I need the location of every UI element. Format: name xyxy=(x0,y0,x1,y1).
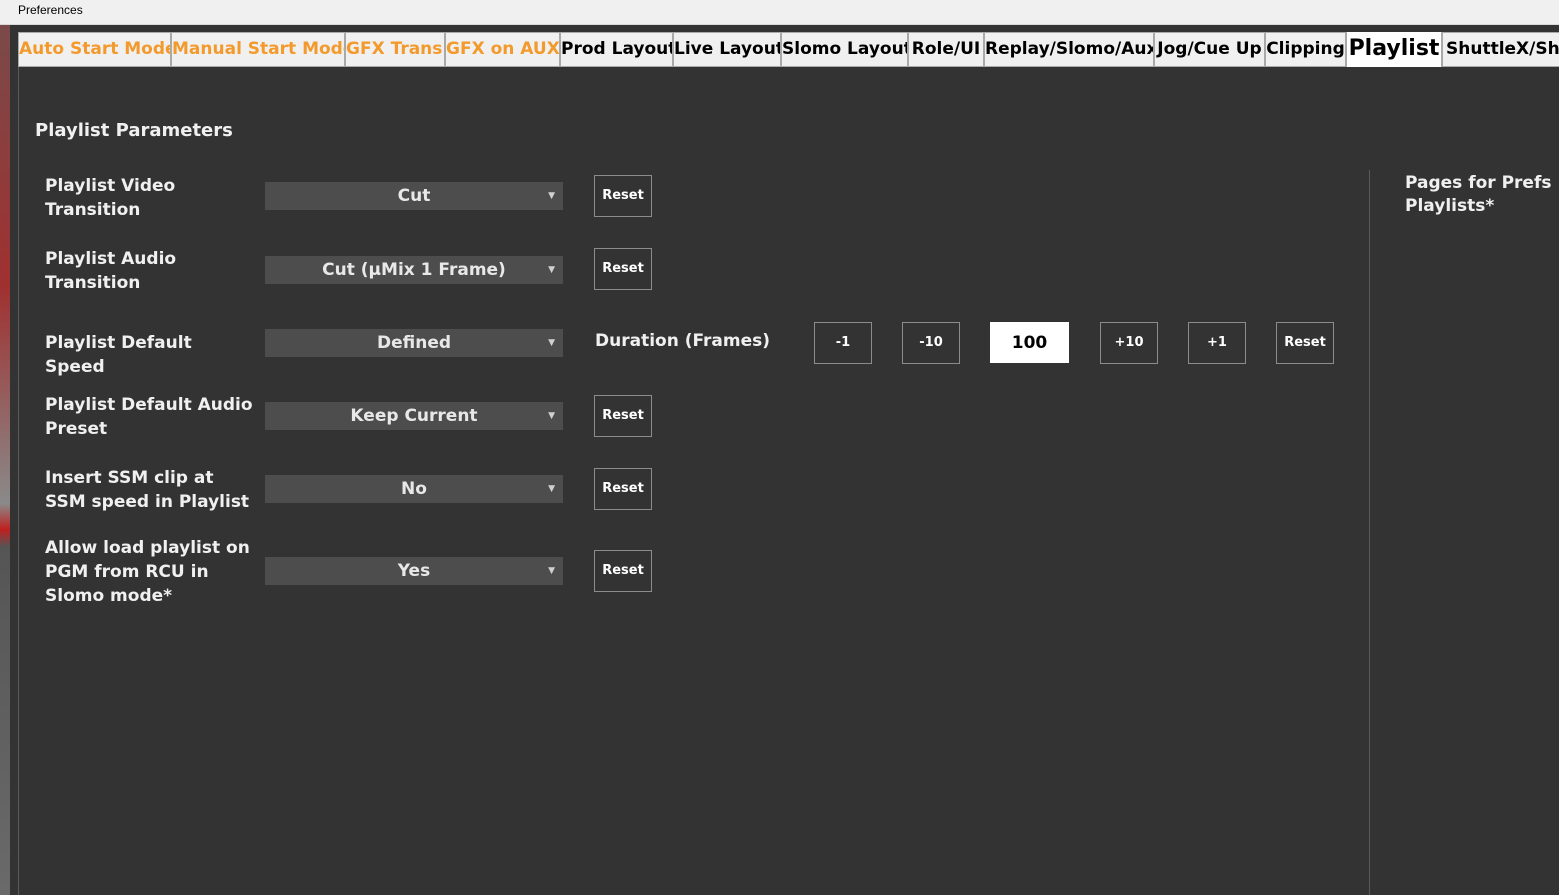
allow-load-playlist-label: Allow load playlist on PGM from RCU in S… xyxy=(45,538,250,606)
video-transition-label: Playlist Video Transition xyxy=(45,176,176,220)
title-bar: Preferences xyxy=(0,0,1559,25)
allow-load-playlist-combo[interactable]: Yes ▼ xyxy=(265,557,563,585)
default-speed-value: Defined xyxy=(376,333,452,353)
audio-preset-combo[interactable]: Keep Current ▼ xyxy=(265,402,563,430)
dropdown-caret-icon: ▼ xyxy=(548,338,555,348)
tab-manual-start-mode[interactable]: Manual Start Mode xyxy=(171,32,345,67)
insert-ssm-value: No xyxy=(401,479,427,499)
video-transition-combo[interactable]: Cut ▼ xyxy=(265,182,563,210)
dropdown-caret-icon: ▼ xyxy=(548,265,555,275)
dropdown-caret-icon: ▼ xyxy=(548,566,555,576)
content-border xyxy=(18,67,19,895)
audio-transition-value: Cut (µMix 1 Frame) xyxy=(322,260,506,280)
window-title: Preferences xyxy=(18,3,83,17)
default-speed-combo[interactable]: Defined ▼ xyxy=(265,329,563,357)
tab-shuttlex[interactable]: ShuttleX/Shor xyxy=(1442,32,1559,67)
audio-transition-label: Playlist Audio Transition xyxy=(45,249,177,293)
section-title: Playlist Parameters xyxy=(35,120,233,141)
tab-strip: Auto Start Mode Manual Start Mode GFX Tr… xyxy=(18,32,1559,67)
insert-ssm-label: Insert SSM clip at SSM speed in Playlist xyxy=(45,468,250,512)
duration-minus-1-button[interactable]: -1 xyxy=(814,322,872,364)
dropdown-caret-icon: ▼ xyxy=(548,484,555,494)
tab-role-ui[interactable]: Role/UI xyxy=(908,32,984,67)
allow-load-playlist-value: Yes xyxy=(397,561,431,581)
audio-transition-reset-button[interactable]: Reset xyxy=(594,248,652,290)
pages-for-prefs-title: Pages for Prefs Playlists* xyxy=(1405,173,1552,216)
default-speed-label: Playlist Default Speed xyxy=(45,333,192,377)
video-transition-reset-button[interactable]: Reset xyxy=(594,175,652,217)
allow-load-playlist-reset-button[interactable]: Reset xyxy=(594,550,652,592)
duration-label: Duration (Frames) xyxy=(595,331,771,351)
duration-input[interactable] xyxy=(990,322,1069,363)
audio-preset-label: Playlist Default Audio Preset xyxy=(45,395,253,439)
tab-gfx-on-aux[interactable]: GFX on AUX xyxy=(445,32,560,67)
tab-auto-start-mode[interactable]: Auto Start Mode xyxy=(18,32,171,67)
tab-clipping[interactable]: Clipping xyxy=(1265,32,1346,67)
insert-ssm-reset-button[interactable]: Reset xyxy=(594,468,652,510)
tab-replay-slomo-aux[interactable]: Replay/Slomo/Aux xyxy=(984,32,1154,67)
tab-live-layout[interactable]: Live Layout xyxy=(673,32,781,67)
audio-transition-combo[interactable]: Cut (µMix 1 Frame) ▼ xyxy=(265,256,563,284)
dropdown-caret-icon: ▼ xyxy=(548,411,555,421)
duration-plus-1-button[interactable]: +1 xyxy=(1188,322,1246,364)
dropdown-caret-icon: ▼ xyxy=(548,191,555,201)
tab-jog-cue-up[interactable]: Jog/Cue Up xyxy=(1154,32,1265,67)
preferences-panel xyxy=(10,25,1559,895)
background-window-strip xyxy=(0,25,10,895)
duration-minus-10-button[interactable]: -10 xyxy=(902,322,960,364)
tab-prod-layout[interactable]: Prod Layout xyxy=(560,32,673,67)
tab-playlist[interactable]: Playlist xyxy=(1346,32,1442,67)
vertical-divider xyxy=(1369,170,1370,895)
tab-gfx-trans[interactable]: GFX Trans. xyxy=(345,32,445,67)
duration-reset-button[interactable]: Reset xyxy=(1276,322,1334,364)
audio-preset-value: Keep Current xyxy=(350,406,478,426)
insert-ssm-combo[interactable]: No ▼ xyxy=(265,475,563,503)
tab-slomo-layout[interactable]: Slomo Layout xyxy=(781,32,908,67)
video-transition-value: Cut xyxy=(397,186,431,206)
audio-preset-reset-button[interactable]: Reset xyxy=(594,395,652,437)
duration-plus-10-button[interactable]: +10 xyxy=(1100,322,1158,364)
